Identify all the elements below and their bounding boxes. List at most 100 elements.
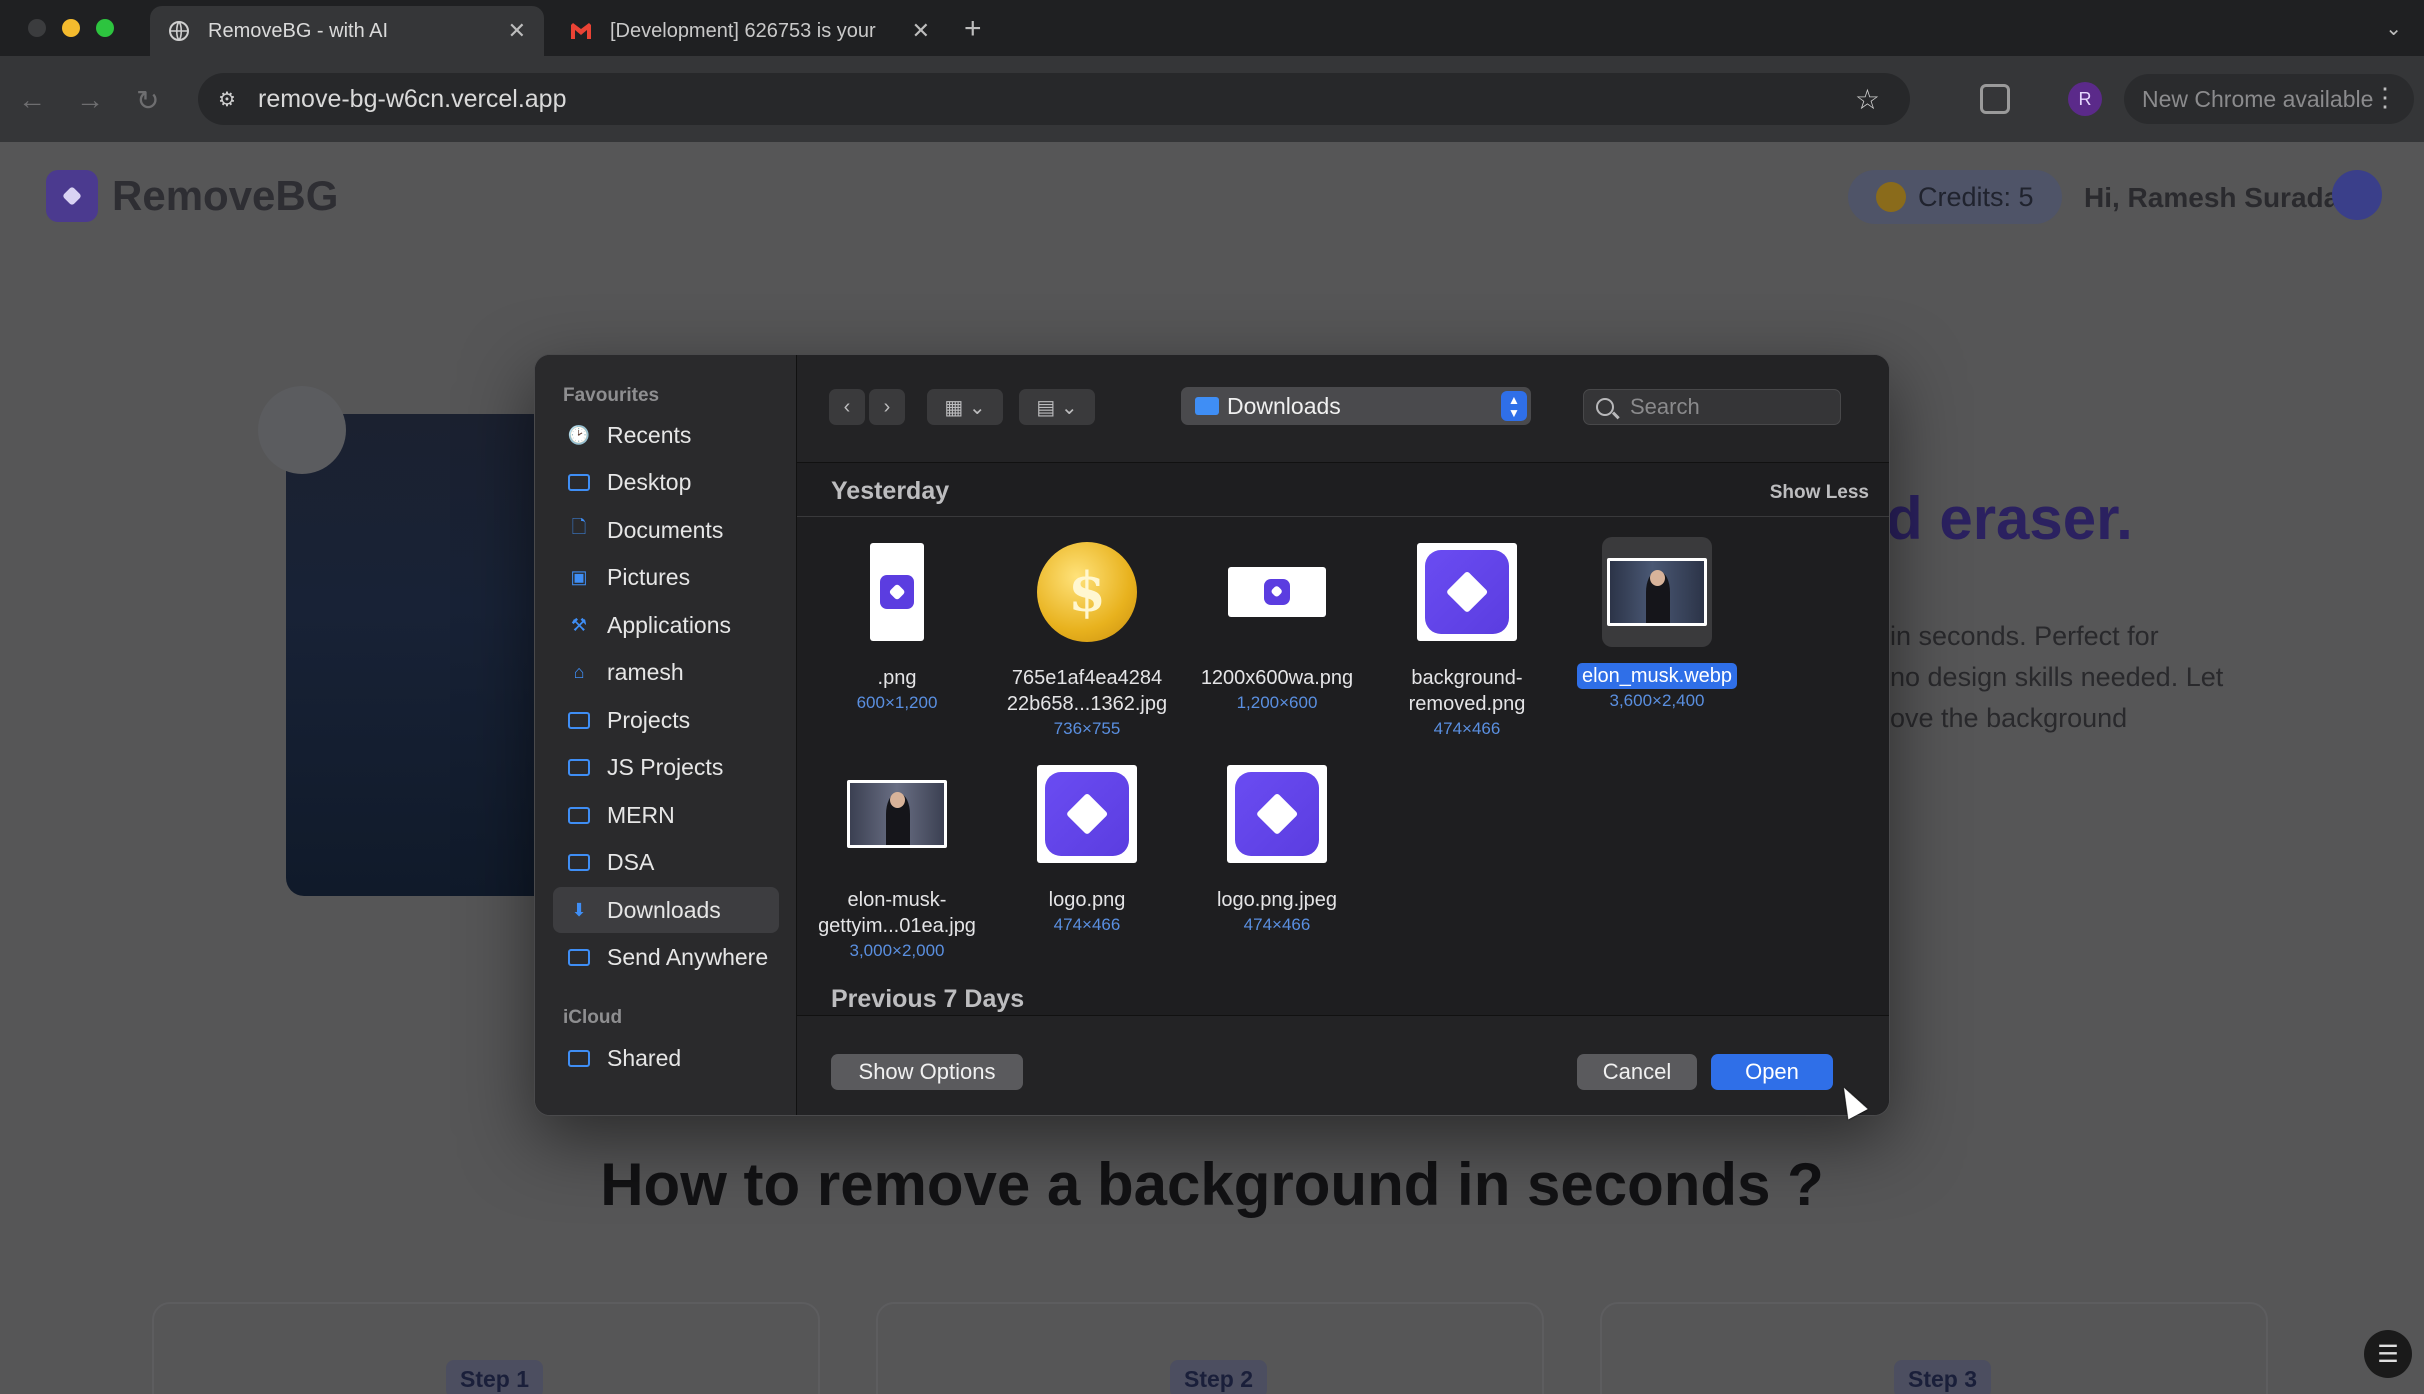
file-item[interactable]: background- removed.png 474×466 [1382,537,1552,741]
folder-icon [567,851,591,873]
sidebar-item-label: JS Projects [607,753,724,780]
coin-icon [1876,182,1906,212]
new-tab-button[interactable]: + [964,12,982,46]
search-field[interactable]: Search [1583,389,1841,425]
extensions-icon[interactable] [1980,84,2010,114]
browser-tab-bar: RemoveBG - with AI ✕ [Development] 62675… [0,0,2424,56]
hero-title: d eraser. [1886,485,2133,552]
group-by-button[interactable]: ▤ ⌄ [1019,389,1095,425]
file-item[interactable]: logo.png.jpeg 474×466 [1192,759,1362,937]
search-placeholder: Search [1630,394,1700,419]
document-icon: 🗋 [571,517,587,537]
cancel-button[interactable]: Cancel [1577,1054,1697,1090]
credits-badge[interactable]: Credits: 5 [1848,170,2062,224]
file-thumbnail [1602,537,1712,647]
sidebar-item-js-projects[interactable]: JS Projects [553,744,779,790]
update-chrome-button[interactable]: New Chrome available ⋮ [2124,74,2414,124]
reload-icon[interactable]: ↻ [136,84,159,117]
browser-toolbar: ← → ↻ ⚙ remove-bg-w6cn.vercel.app ☆ R Ne… [0,56,2424,142]
tab-close-icon[interactable]: ✕ [508,18,526,44]
sidebar-item-ramesh[interactable]: ⌂ ramesh [553,649,779,695]
sidebar-item-label: Desktop [607,468,692,495]
sidebar-item-mern[interactable]: MERN [553,792,779,838]
menu-dots-icon[interactable]: ⋮ [2372,82,2398,113]
file-browser: Yesterday Show Less .png 600×1,200 $ 765… [797,463,1889,1025]
sidebar-item-label: Recents [607,421,692,448]
credits-label: Credits: 5 [1918,181,2034,212]
tab-title: [Development] 626753 is your [610,19,876,42]
window-minimize-button[interactable] [62,19,80,37]
show-options-button[interactable]: Show Options [831,1054,1023,1090]
user-avatar[interactable] [2332,170,2382,220]
step-label: Step 3 [1894,1360,1992,1394]
sidebar-item-downloads[interactable]: ⬇ Downloads [553,887,779,933]
view-icons-button[interactable]: ▦ ⌄ [927,389,1003,425]
tab-removebg[interactable]: RemoveBG - with AI ✕ [150,6,544,56]
file-name: logo.png [1048,889,1126,911]
back-arrow-icon[interactable]: ← [18,84,46,116]
sidebar-item-dsa[interactable]: DSA [553,839,779,885]
site-settings-icon[interactable]: ⚙ [218,87,242,111]
sidebar-item-label: MERN [607,801,675,828]
sidebar-item-pictures[interactable]: ▣ Pictures [553,554,779,600]
tab-close-icon[interactable]: ✕ [912,18,930,44]
window-zoom-button[interactable] [96,19,114,37]
file-thumbnail [1032,759,1142,869]
show-less-button[interactable]: Show Less [1770,482,1869,504]
how-to-heading: How to remove a background in seconds ? [600,1151,1824,1218]
sidebar-item-label: Downloads [607,896,721,923]
address-bar[interactable]: ⚙ remove-bg-w6cn.vercel.app ☆ [198,73,1910,125]
forward-chevron-icon[interactable]: › [869,389,905,425]
sidebar-item-shared[interactable]: Shared [553,1035,779,1081]
tab-gmail[interactable]: [Development] 626753 is your ✕ [552,6,948,56]
hero-decoration-icon [258,386,346,474]
site-logo[interactable]: RemoveBG [46,170,338,222]
file-dimensions: 3,600×2,400 [1609,691,1705,710]
window-close-button[interactable] [28,19,46,37]
file-item-selected[interactable]: elon_musk.webp 3,600×2,400 [1572,537,1742,713]
hero-desc-line: ove the background [1890,703,2128,733]
location-dropdown[interactable]: Downloads ▲ ▼ [1181,387,1531,425]
file-dimensions: 600×1,200 [856,693,938,712]
updown-chevron-icon: ▲ ▼ [1501,391,1527,421]
sidebar-section-favourites: Favourites [563,385,660,406]
forward-arrow-icon[interactable]: → [76,84,104,116]
sidebar-item-desktop[interactable]: Desktop [553,459,779,505]
sidebar-item-send-anywhere[interactable]: Send Anywhere [553,934,779,980]
chat-widget-icon[interactable]: ☰ [2364,1330,2412,1378]
download-icon: ⬇ [571,899,587,920]
sidebar-item-applications[interactable]: ⚒ Applications [553,602,779,648]
profile-avatar[interactable]: R [2068,82,2102,116]
sidebar-section-icloud: iCloud [563,1007,623,1028]
sidebar-item-label: ramesh [607,658,684,685]
file-item[interactable]: elon-musk- gettyim...01ea.jpg 3,000×2,00… [812,759,982,963]
bookmark-star-icon[interactable]: ☆ [1855,83,1880,116]
update-label: New Chrome available [2142,85,2374,112]
file-name: background- removed.png [1408,667,1526,715]
sidebar-item-documents[interactable]: 🗋 Documents [553,507,779,553]
file-item[interactable]: .png 600×1,200 [812,537,982,715]
sidebar-item-projects[interactable]: Projects [553,697,779,743]
applications-icon: ⚒ [570,614,588,635]
hero-description: in seconds. Perfect for no design skills… [1890,616,2310,739]
hero-desc-line: in seconds. Perfect for [1890,621,2159,651]
url-text: remove-bg-w6cn.vercel.app [258,84,567,113]
file-dimensions: 1,200×600 [1236,693,1318,712]
sidebar-item-recents[interactable]: 🕑 Recents [553,412,779,458]
logo-text: RemoveBG [112,172,339,219]
tab-search-icon[interactable]: ⌄ [2385,16,2402,41]
location-label: Downloads [1227,392,1341,419]
step-label: Step 1 [446,1360,544,1394]
clock-icon: 🕑 [567,424,591,445]
back-chevron-icon[interactable]: ‹ [829,389,865,425]
folder-icon [567,756,591,778]
file-item[interactable]: logo.png 474×466 [1002,759,1172,937]
dialog-sidebar: Favourites 🕑 Recents Desktop 🗋 Documents… [535,355,797,1115]
file-dimensions: 474×466 [1433,719,1501,738]
open-button[interactable]: Open [1711,1054,1833,1090]
file-item[interactable]: 1200x600wa.png 1,200×600 [1192,537,1362,715]
sidebar-item-label: Applications [607,611,732,638]
file-item[interactable]: $ 765e1af4ea4284 22b658...1362.jpg 736×7… [1002,537,1172,741]
dialog-footer: Show Options Cancel Open [797,1015,1889,1115]
folder-icon [567,804,591,826]
